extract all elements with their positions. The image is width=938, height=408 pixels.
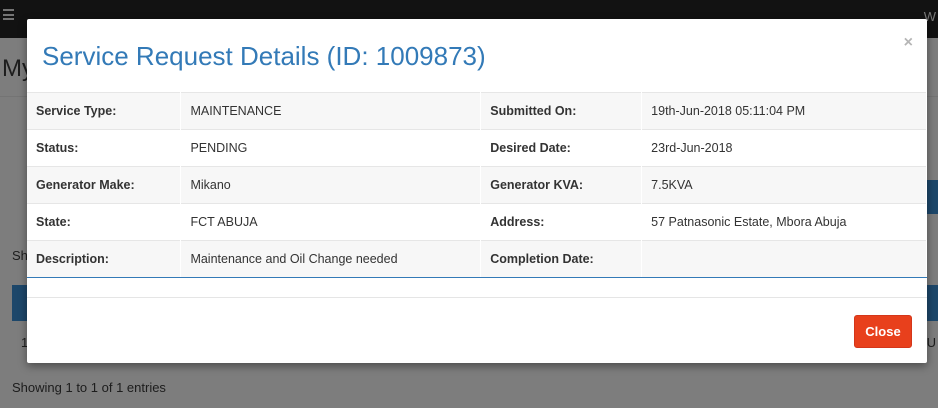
field-label: Address: [480,203,643,241]
field-value: 57 Patnasonic Estate, Mbora Abuja [641,203,927,241]
modal-footer-divider [27,297,927,298]
table-row: State: FCT ABUJA Address: 57 Patnasonic … [27,203,927,241]
modal-body: Service Type: MAINTENANCE Submitted On: … [27,92,927,278]
close-icon[interactable]: × [904,34,913,52]
field-value [641,240,927,278]
field-value: PENDING [180,129,482,167]
field-value: 23rd-Jun-2018 [641,129,927,167]
field-value: 19th-Jun-2018 05:11:04 PM [641,92,927,130]
table-row: Service Type: MAINTENANCE Submitted On: … [27,92,927,130]
field-value: 7.5KVA [641,166,927,204]
field-value: FCT ABUJA [180,203,482,241]
field-label: Service Type: [27,92,182,130]
service-request-modal: Service Request Details (ID: 1009873) × … [27,19,927,363]
field-label: Submitted On: [480,92,643,130]
field-label: Status: [27,129,182,167]
field-label: State: [27,203,182,241]
close-button[interactable]: Close [854,315,912,348]
field-value: MAINTENANCE [180,92,482,130]
field-label: Completion Date: [480,240,643,278]
field-label: Generator Make: [27,166,182,204]
field-label: Description: [27,240,182,278]
details-table: Service Type: MAINTENANCE Submitted On: … [27,92,927,278]
field-label: Generator KVA: [480,166,643,204]
table-row: Status: PENDING Desired Date: 23rd-Jun-2… [27,129,927,167]
modal-title: Service Request Details (ID: 1009873) [42,41,486,71]
field-value: Mikano [180,166,482,204]
table-row: Generator Make: Mikano Generator KVA: 7.… [27,166,927,204]
field-value: Maintenance and Oil Change needed [180,240,482,278]
table-row: Description: Maintenance and Oil Change … [27,240,927,278]
field-label: Desired Date: [480,129,643,167]
